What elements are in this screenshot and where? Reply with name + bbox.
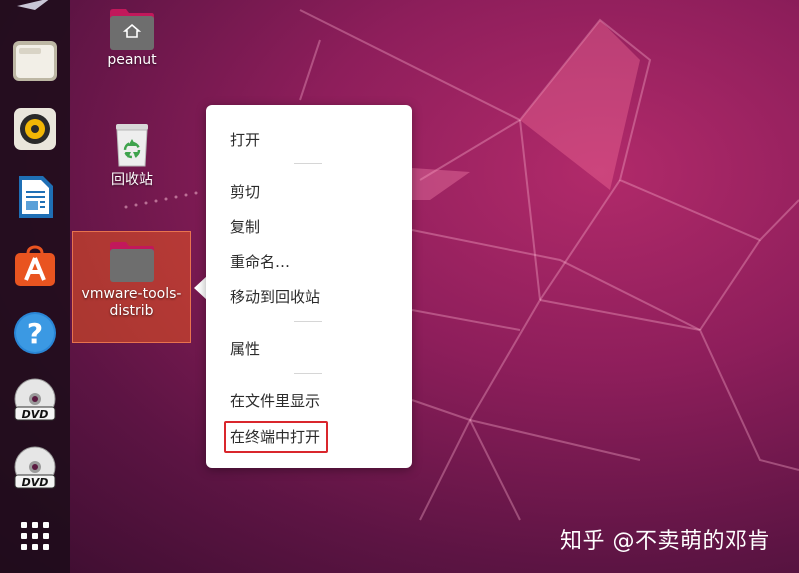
dock: ? DVD DVD <box>0 0 70 573</box>
libreoffice-writer-app[interactable] <box>11 173 59 221</box>
dvd-label: DVD <box>22 476 49 489</box>
speaker-icon <box>14 108 56 150</box>
dock-item-top-partial[interactable] <box>11 0 59 34</box>
menu-separator <box>294 373 322 374</box>
document-icon <box>19 176 53 218</box>
desktop-icon-label: 回收站 <box>111 172 153 188</box>
dvd-icon: DVD <box>14 446 56 489</box>
app-grid-icon <box>21 522 49 550</box>
desktop-icon-trash[interactable]: 回收站 <box>95 122 169 189</box>
files-app[interactable] <box>11 37 59 85</box>
question-mark-icon: ? <box>14 312 56 354</box>
svg-text:?: ? <box>27 317 43 350</box>
partial-app-icon <box>17 0 49 10</box>
home-folder-icon <box>110 9 154 50</box>
desktop[interactable]: ? DVD DVD peanut 回收站 vmware-tools- distr… <box>0 0 799 573</box>
menu-item-properties[interactable]: 属性 <box>206 334 412 364</box>
trash-icon <box>116 124 148 167</box>
dvd-drive-2[interactable]: DVD <box>11 445 59 493</box>
menu-item-cut[interactable]: 剪切 <box>206 177 412 207</box>
show-applications[interactable] <box>11 512 59 560</box>
highlight-annotation-box <box>224 421 328 453</box>
desktop-icon-label-line1: vmware-tools- <box>81 286 182 302</box>
dvd-label: DVD <box>22 408 49 421</box>
desktop-icon-home[interactable]: peanut <box>95 6 169 69</box>
menu-separator <box>294 163 322 164</box>
menu-item-show-in-files[interactable]: 在文件里显示 <box>206 386 412 416</box>
desktop-icon-label: peanut <box>107 52 157 68</box>
desktop-icon-vmware-tools-distrib[interactable]: vmware-tools- distrib <box>72 231 191 343</box>
dvd-icon: DVD <box>14 378 56 421</box>
desktop-icon-label-group: vmware-tools- distrib <box>73 286 190 320</box>
shopping-bag-icon <box>15 245 55 286</box>
help-app[interactable]: ? <box>11 309 59 357</box>
desktop-icon-label-line2: distrib <box>109 303 154 319</box>
rhythmbox-app[interactable] <box>11 105 59 153</box>
menu-item-move-to-trash[interactable]: 移动到回收站 <box>206 282 412 312</box>
ubuntu-software-app[interactable] <box>11 241 59 289</box>
menu-item-copy[interactable]: 复制 <box>206 212 412 242</box>
folder-icon <box>110 242 154 282</box>
menu-item-rename[interactable]: 重命名… <box>206 247 412 277</box>
menu-separator <box>294 321 322 322</box>
menu-item-open[interactable]: 打开 <box>206 125 412 155</box>
dvd-drive-1[interactable]: DVD <box>11 377 59 425</box>
folder-icon <box>13 41 57 81</box>
context-menu: 打开 剪切 复制 重命名… 移动到回收站 属性 在文件里显示 在终端中打开 <box>206 105 412 468</box>
watermark: 知乎 @不卖萌的邓肯 <box>560 529 770 554</box>
